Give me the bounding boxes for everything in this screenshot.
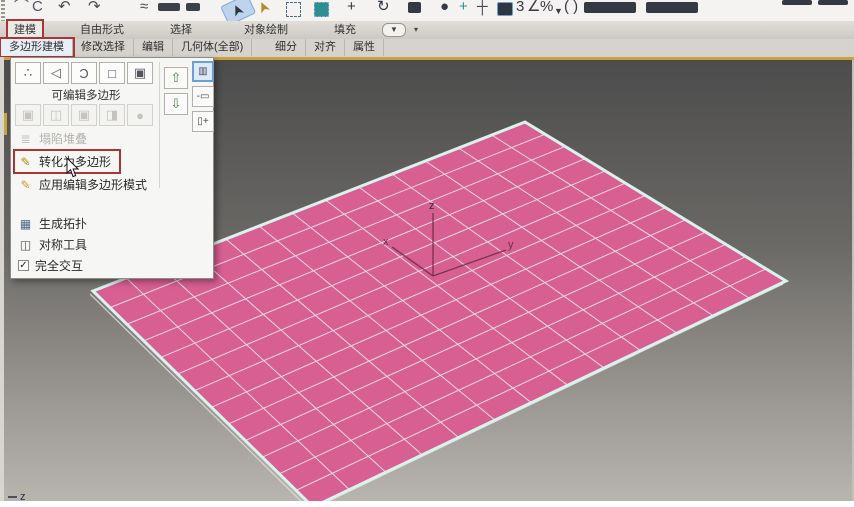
modifier-up-button[interactable]: ⇧ [164, 67, 188, 89]
disabled-tool-icon-1: ▣ [15, 104, 41, 126]
snap-dropdown-icon[interactable]: ▼ [554, 2, 563, 20]
world-axis-z-label: z [20, 491, 26, 501]
menu-item-generate-topology[interactable]: ▦ 生成拓扑 [15, 213, 95, 234]
element-icon[interactable]: ▣ [127, 62, 153, 84]
menu-item-full-interactive[interactable]: ✓ 完全交互 [15, 255, 91, 276]
curve-fragment-icon[interactable]: ⌒ [14, 0, 29, 21]
select-by-name-icon[interactable]: ➤ [249, 0, 280, 19]
modifier-down-button[interactable]: ⇩ [164, 93, 188, 115]
curve-fragment2-icon[interactable]: C [32, 0, 43, 21]
panel-button-多边形建模[interactable]: 多边形建模 [0, 37, 75, 58]
tab-填充[interactable]: 填充 [328, 21, 362, 39]
ruler-fragment-icon[interactable]: ┼ [477, 0, 488, 21]
panel-button-编辑[interactable]: 编辑 [134, 39, 173, 56]
world-axis-indicator: z [8, 491, 26, 501]
full-interactive-label: 完全交互 [35, 259, 84, 273]
ribbon-panel-row: 多边形建模 修改选择 编辑 几何体(全部) 细分 对齐 属性 [0, 37, 854, 58]
mirror-align-field[interactable] [646, 2, 698, 13]
viewport-border-fragment [4, 113, 7, 135]
crossing-select-icon[interactable] [314, 2, 329, 17]
mouse-cursor [66, 156, 80, 183]
disabled-tool-icon-2: ◫ [43, 104, 69, 126]
collapse-stack-label: 塌陷堆叠 [39, 132, 88, 146]
scale-tool-icon[interactable] [408, 2, 421, 13]
right-fragment-2[interactable] [818, 0, 848, 5]
collapse-stack-icon: ≣ [20, 131, 31, 146]
apply-edit-poly-mode-label: 应用编辑多边形模式 [39, 178, 148, 192]
redo-icon[interactable]: ↷ [88, 0, 101, 21]
edge-icon[interactable]: ◁ [43, 62, 69, 84]
tab-建模[interactable]: 建模 [6, 19, 44, 41]
snap-toggle-icon[interactable] [497, 2, 513, 16]
panel-button-属性[interactable]: 属性 [345, 39, 384, 56]
rect-select-region-icon[interactable] [286, 2, 301, 17]
generate-topology-label: 生成拓扑 [39, 217, 88, 231]
panel-button-细分[interactable]: 细分 [267, 39, 306, 56]
symmetry-tool-icon: ◫ [19, 237, 32, 252]
editable-poly-label: 可编辑多边形 [51, 90, 121, 102]
pin-stack-button[interactable]: -▭ [192, 86, 214, 107]
panel-button-对齐[interactable]: 对齐 [306, 39, 345, 56]
move-tool-icon[interactable]: + [347, 0, 356, 21]
wave-icon[interactable]: ≈ [140, 0, 148, 21]
panel-separator [159, 62, 160, 188]
menu-item-collapse-stack: ≣ 塌陷堆叠 [15, 128, 95, 149]
selection-set-field[interactable] [584, 2, 636, 13]
right-fragment-1[interactable] [782, 0, 812, 5]
border-icon[interactable]: Ɔ [71, 62, 97, 84]
snap-cross-icon[interactable]: + [459, 0, 468, 21]
pivot-fragment-icon[interactable]: ● [440, 0, 449, 21]
named-selection-icon[interactable]: ( ) [564, 0, 578, 21]
disabled-tool-icon-5: ● [127, 104, 153, 126]
generate-topology-icon: ▦ [19, 216, 32, 231]
disabled-tool-icon-4: ◨ [99, 104, 125, 126]
angle-snap-icon[interactable]: ∠ [527, 0, 540, 21]
menu-item-apply-edit-poly-mode[interactable]: ✎ 应用编辑多边形模式 [15, 174, 155, 195]
snap-3-label[interactable]: 3 [516, 0, 524, 21]
vertex-icon[interactable]: ∴ [15, 62, 41, 84]
tab-选择[interactable]: 选择 [164, 21, 198, 39]
ribbon-tab-row: 建模 自由形式 选择 对象绘制 填充 ▼ ▾ [0, 19, 854, 41]
tab-自由形式[interactable]: 自由形式 [74, 21, 130, 39]
application-window: ⌒ C ↶ ↷ ≈ ➤ ➤ + ↻ ● + ┼ 3 ∠% ▼( ) 建模 自由形式 选择 对象绘制 填充 ▼ ▾ 多… [0, 0, 854, 507]
tab-对象绘制[interactable]: 对象绘制 [238, 21, 294, 39]
rotate-tool-icon[interactable]: ↻ [377, 0, 390, 21]
toolbar-grip [1, 0, 5, 21]
bottom-margin [0, 501, 854, 507]
percent-snap-icon[interactable]: % [540, 0, 553, 21]
main-toolbar: ⌒ C ↶ ↷ ≈ ➤ ➤ + ↻ ● + ┼ 3 ∠% ▼( ) [0, 0, 854, 22]
polygon-modeling-panel: ∴ ◁ Ɔ □ ▣ 可编辑多边形 ▣ ◫ ▣ ◨ ● ⇧ ⇩ ▥ -▭ ▯+ ≣ 塌陷堆叠 ✎ 转化为多边形… [10, 57, 214, 279]
panel-button-几何体(全部)[interactable]: 几何体(全部) [173, 39, 253, 56]
apply-edit-poly-mode-icon: ✎ [20, 177, 31, 192]
panel-button-修改选择[interactable]: 修改选择 [73, 39, 134, 56]
tripod-z-label: z [429, 200, 435, 212]
convert-to-polygon-icon: ✎ [20, 154, 31, 169]
add-to-stack-button[interactable]: ▯+ [192, 111, 214, 132]
tripod-y-label: y [508, 239, 514, 251]
full-interactive-checkbox[interactable]: ✓ [18, 260, 29, 271]
symmetry-tool-label: 对称工具 [39, 238, 88, 252]
undo-icon[interactable]: ↶ [58, 0, 71, 21]
polygon-icon[interactable]: □ [99, 62, 125, 84]
ribbon-options-arrow-icon[interactable]: ▾ [414, 25, 418, 34]
menu-item-symmetry-tool[interactable]: ◫ 对称工具 [15, 234, 95, 255]
disabled-tool-icon-3: ▣ [71, 104, 97, 126]
show-end-result-toggle[interactable]: ▥ [192, 61, 214, 82]
tripod-x-label: x [383, 236, 389, 248]
bar-fragment-2[interactable] [186, 3, 200, 11]
ribbon-minimize-control[interactable]: ▼ [382, 23, 406, 37]
bar-fragment-1[interactable] [158, 3, 180, 11]
